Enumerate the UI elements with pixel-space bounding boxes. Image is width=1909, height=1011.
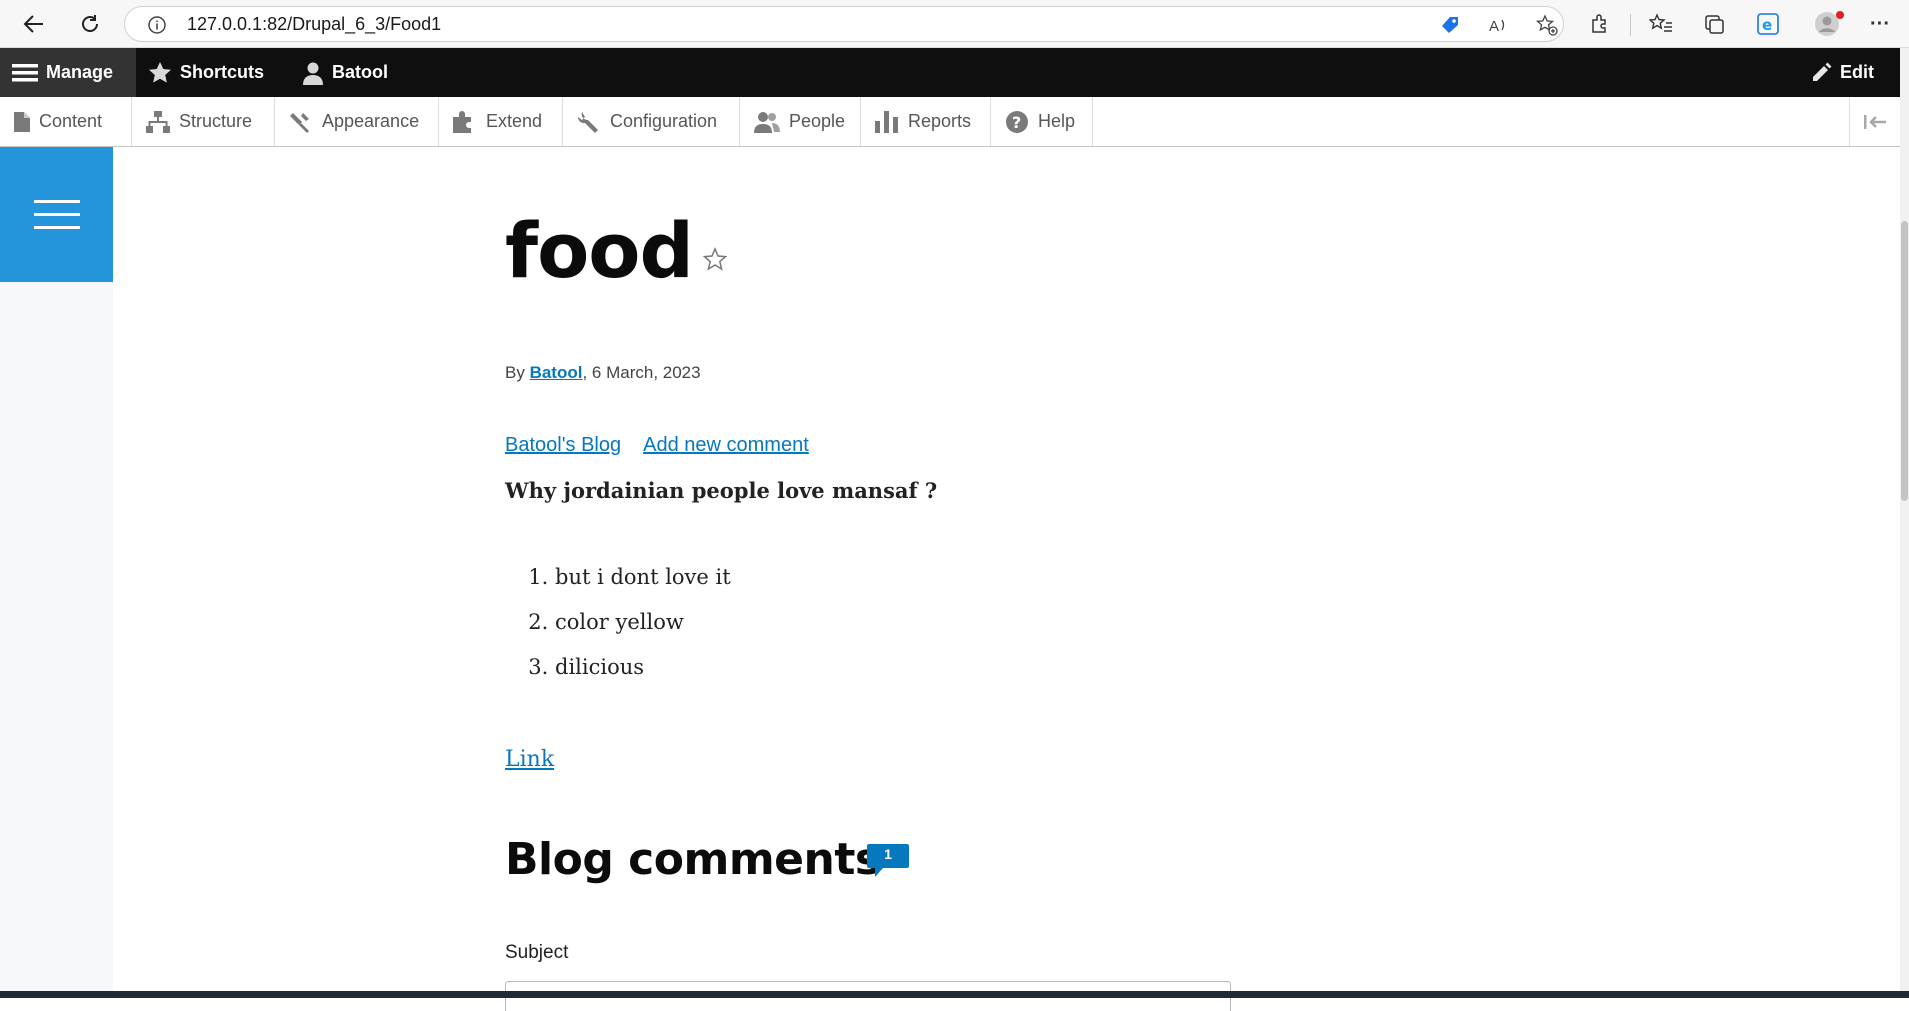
help-icon: ?	[1005, 110, 1029, 134]
more-icon[interactable]: ···	[1866, 10, 1894, 38]
main-content: food By Batool, 6 March, 2023 Batool's B…	[113, 147, 1900, 1011]
admin-toolbar: Manage Shortcuts Batool Edit	[0, 48, 1900, 97]
people-icon	[754, 111, 780, 133]
extensions-icon[interactable]	[1585, 10, 1613, 38]
tray-item-label: Extend	[486, 111, 543, 131]
tag-icon[interactable]	[1438, 13, 1462, 37]
taskbar-strip	[0, 991, 1909, 998]
sitemap-icon	[146, 110, 170, 133]
user-icon	[302, 61, 324, 85]
node-links: Batool's Blog Add new comment	[505, 434, 831, 457]
url-text[interactable]: 127.0.0.1:82/Drupal_6_3/Food1	[187, 14, 441, 35]
wrench-icon	[577, 111, 601, 133]
blog-link[interactable]: Batool's Blog	[505, 434, 621, 456]
info-icon[interactable]	[145, 13, 169, 37]
scroll-thumb[interactable]	[1901, 221, 1908, 501]
tray-item-content[interactable]: Content	[0, 97, 132, 146]
subject-label: Subject	[505, 942, 569, 963]
hamburger-line	[33, 200, 80, 203]
profile-icon[interactable]	[1812, 10, 1846, 38]
tray-item-label: Content	[39, 111, 103, 131]
node-byline: By Batool, 6 March, 2023	[505, 363, 701, 383]
paint-icon	[289, 111, 313, 133]
file-icon	[14, 111, 30, 132]
tray-item-reports[interactable]: Reports	[861, 97, 991, 146]
add-comment-link[interactable]: Add new comment	[643, 434, 809, 456]
tray-item-extend[interactable]: Extend	[439, 97, 563, 146]
page-title: food	[505, 206, 694, 295]
edge-icon[interactable]: e	[1754, 10, 1782, 38]
tray-item-label: Configuration	[610, 111, 718, 131]
list-item: color yellow	[555, 600, 731, 645]
manage-tab[interactable]: Manage	[0, 48, 136, 97]
pencil-icon	[1810, 62, 1832, 84]
browser-toolbar: 127.0.0.1:82/Drupal_6_3/Food1 A e ···	[0, 0, 1909, 48]
scrollbar[interactable]	[1900, 48, 1909, 998]
favorites-icon[interactable]	[1647, 10, 1675, 38]
favorite-add-icon[interactable]	[1535, 13, 1559, 37]
edit-label: Edit	[1840, 62, 1874, 82]
star-filled-icon	[148, 61, 172, 84]
refresh-icon	[82, 15, 98, 32]
address-bar[interactable]: 127.0.0.1:82/Drupal_6_3/Food1 A	[124, 6, 1564, 42]
bar-chart-icon	[875, 110, 899, 133]
back-button[interactable]	[18, 8, 50, 40]
comment-count: 1	[884, 846, 892, 862]
body-question: Why jordainian people love mansaf ?	[505, 478, 938, 503]
back-icon	[23, 15, 43, 33]
puzzle-icon	[453, 110, 477, 133]
tray-item-label: Structure	[179, 111, 253, 131]
shortcuts-tab[interactable]: Shortcuts	[148, 48, 264, 97]
user-label: Batool	[332, 62, 388, 82]
tray-item-label: Appearance	[322, 111, 420, 131]
page: food By Batool, 6 March, 2023 Batool's B…	[0, 147, 1900, 1011]
list-item: but i dont love it	[555, 555, 731, 600]
tray-item-label: Help	[1038, 111, 1076, 131]
collapse-icon	[1864, 114, 1886, 129]
tray-item-appearance[interactable]: Appearance	[275, 97, 439, 146]
svg-text:A: A	[1489, 18, 1499, 35]
tray-collapse-button[interactable]	[1849, 97, 1900, 146]
comment-count-badge: 1	[867, 844, 909, 878]
collections-icon[interactable]	[1700, 10, 1728, 38]
tray-item-configuration[interactable]: Configuration	[563, 97, 740, 146]
hamburger-line	[33, 226, 80, 229]
refresh-button[interactable]	[74, 8, 106, 40]
tray-item-label: Reports	[908, 111, 972, 131]
admin-tray: Content Structure Appearance Extend Conf…	[0, 97, 1900, 147]
shortcut-star-icon[interactable]	[701, 246, 729, 274]
manage-label: Manage	[46, 62, 114, 82]
svg-text:e: e	[1762, 16, 1772, 34]
tray-item-people[interactable]: People	[740, 97, 861, 146]
edit-tab[interactable]: Edit	[1810, 48, 1874, 97]
list-item: dilicious	[555, 645, 731, 690]
body-list: but i dont love it color yellow diliciou…	[505, 555, 731, 690]
svg-text:?: ?	[1012, 113, 1021, 132]
shortcuts-label: Shortcuts	[180, 62, 265, 82]
menu-icon	[12, 62, 38, 84]
read-aloud-icon[interactable]: A	[1487, 13, 1511, 37]
author-link[interactable]: Batool	[530, 363, 583, 382]
main-menu-toggle[interactable]	[0, 147, 113, 282]
user-tab[interactable]: Batool	[302, 48, 388, 97]
post-date: , 6 March, 2023	[582, 363, 701, 382]
tray-item-help[interactable]: ? Help	[991, 97, 1093, 146]
comments-heading: Blog comments	[505, 834, 881, 885]
toolbar-separator	[1630, 14, 1631, 36]
byline-prefix: By	[505, 363, 525, 382]
tray-item-structure[interactable]: Structure	[132, 97, 275, 146]
tray-item-label: People	[789, 111, 846, 131]
hamburger-line	[33, 213, 80, 216]
body-link[interactable]: Link	[505, 747, 554, 772]
